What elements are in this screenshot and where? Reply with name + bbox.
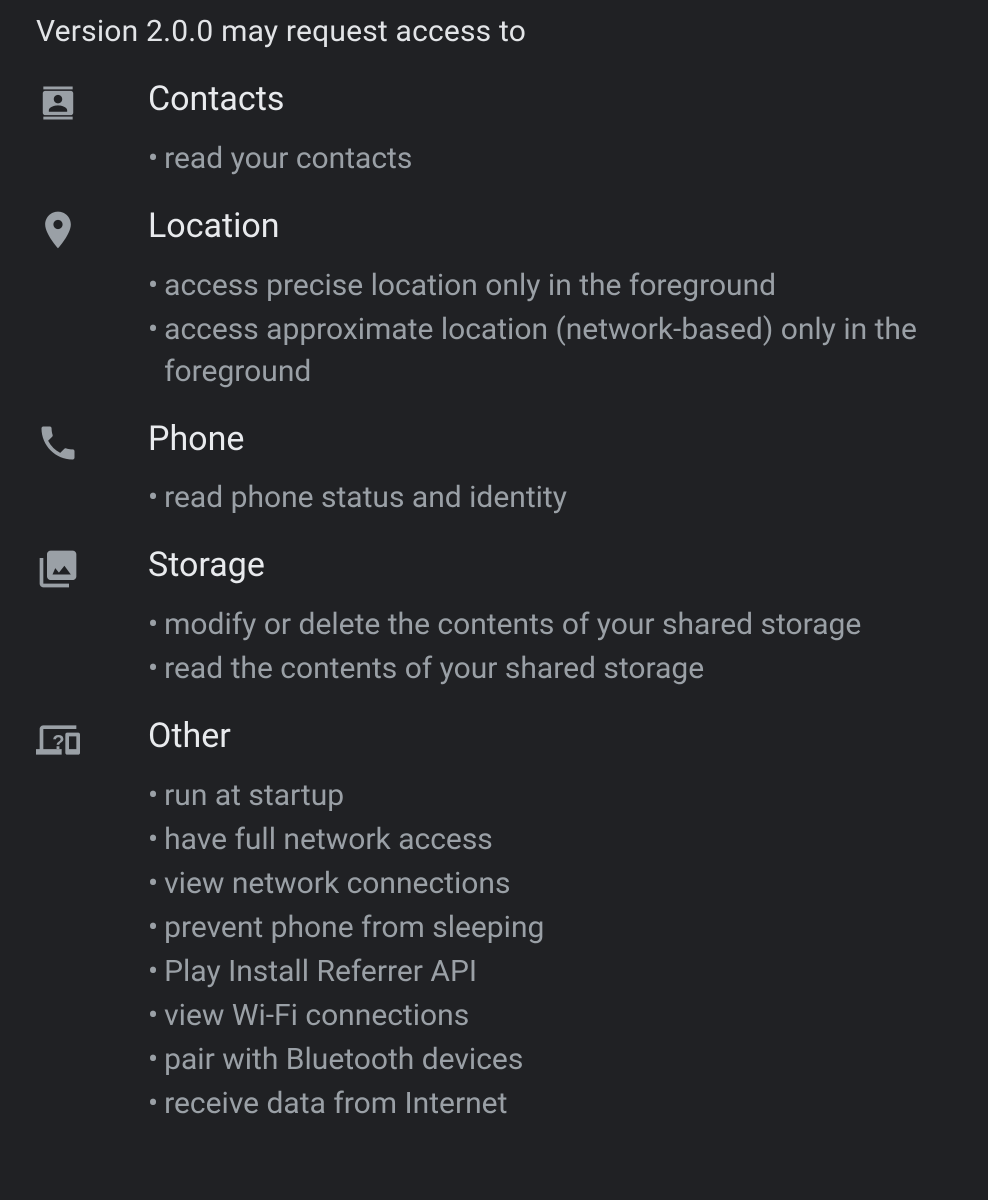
permission-detail: •read the contents of your shared storag… [148, 648, 922, 690]
permission-group-title: Other [148, 716, 952, 757]
permission-detail: •read your contacts [148, 138, 922, 180]
permission-group-title: Location [148, 206, 952, 247]
permission-details: •read your contacts [148, 138, 952, 180]
permission-detail: •run at startup [148, 775, 922, 817]
permission-group-title: Contacts [148, 79, 952, 120]
permissions-dialog: Version 2.0.0 may request access to Cont… [0, 0, 988, 1171]
contacts-icon [36, 79, 148, 125]
permission-detail: •read phone status and identity [148, 477, 922, 519]
permission-details: •access precise location only in the for… [148, 265, 952, 393]
dialog-heading: Version 2.0.0 may request access to [36, 14, 952, 49]
permission-details: •modify or delete the contents of your s… [148, 604, 952, 690]
phone-icon [36, 419, 148, 465]
permission-details: •read phone status and identity [148, 477, 952, 519]
permission-detail: •view network connections [148, 863, 922, 905]
location-icon [36, 206, 148, 252]
permission-detail: •receive data from Internet [148, 1083, 922, 1125]
permission-group-storage: Storage •modify or delete the contents o… [36, 545, 952, 710]
permission-group-other: ? Other •run at startup •have full netwo… [36, 716, 952, 1145]
permission-group-location: Location •access precise location only i… [36, 206, 952, 413]
permission-detail: •Play Install Referrer API [148, 951, 922, 993]
permission-detail: •access approximate location (network-ba… [148, 309, 922, 393]
storage-icon [36, 545, 148, 591]
permission-detail: •pair with Bluetooth devices [148, 1039, 922, 1081]
other-icon: ? [36, 716, 148, 762]
svg-text:?: ? [52, 732, 64, 754]
permission-detail: •modify or delete the contents of your s… [148, 604, 922, 646]
permission-group-contacts: Contacts •read your contacts [36, 79, 952, 200]
permission-group-title: Phone [148, 419, 952, 460]
permission-details: •run at startup •have full network acces… [148, 775, 952, 1125]
permission-group-title: Storage [148, 545, 952, 586]
permission-detail: •have full network access [148, 819, 922, 861]
permission-detail: •view Wi-Fi connections [148, 995, 922, 1037]
permission-detail: •access precise location only in the for… [148, 265, 922, 307]
permission-detail: •prevent phone from sleeping [148, 907, 922, 949]
permission-group-phone: Phone •read phone status and identity [36, 419, 952, 540]
